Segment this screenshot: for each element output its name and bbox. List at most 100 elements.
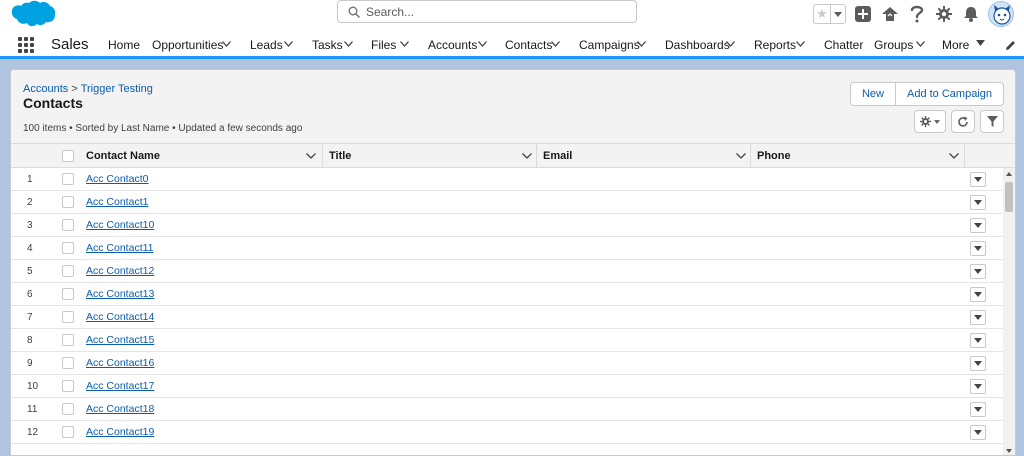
row-checkbox[interactable] bbox=[62, 403, 74, 415]
search-input[interactable] bbox=[366, 4, 626, 20]
row-action-button[interactable] bbox=[970, 218, 986, 233]
favorites-menu-button[interactable] bbox=[831, 5, 845, 23]
contact-name-link[interactable]: Acc Contact10 bbox=[86, 219, 154, 231]
row-checkbox[interactable] bbox=[62, 265, 74, 277]
chevron-down-icon[interactable] bbox=[284, 41, 293, 47]
chevron-down-icon[interactable] bbox=[726, 41, 735, 47]
row-action-button[interactable] bbox=[970, 425, 986, 440]
nav-item-more[interactable]: More bbox=[942, 38, 985, 52]
column-divider[interactable] bbox=[750, 144, 751, 168]
user-avatar[interactable] bbox=[988, 1, 1014, 27]
nav-item-chatter[interactable]: Chatter bbox=[824, 38, 863, 52]
column-divider[interactable] bbox=[322, 144, 323, 168]
breadcrumb-account-record[interactable]: Trigger Testing bbox=[81, 83, 153, 95]
row-checkbox[interactable] bbox=[62, 311, 74, 323]
chevron-down-icon bbox=[974, 269, 982, 274]
global-actions-button[interactable] bbox=[853, 4, 873, 24]
scroll-thumb[interactable] bbox=[1005, 182, 1013, 212]
row-checkbox[interactable] bbox=[62, 426, 74, 438]
column-header-contact-name[interactable]: Contact Name bbox=[86, 144, 322, 168]
row-checkbox[interactable] bbox=[62, 380, 74, 392]
refresh-icon bbox=[958, 116, 968, 127]
contact-name-link[interactable]: Acc Contact15 bbox=[86, 334, 154, 346]
scroll-up-button[interactable] bbox=[1003, 168, 1015, 180]
row-action-button[interactable] bbox=[970, 333, 986, 348]
chevron-down-icon[interactable] bbox=[222, 41, 231, 47]
salesforce-cloud-icon[interactable] bbox=[10, 0, 56, 28]
nav-item-campaigns[interactable]: Campaigns bbox=[579, 38, 646, 52]
row-action-button[interactable] bbox=[970, 402, 986, 417]
row-checkbox[interactable] bbox=[62, 288, 74, 300]
contact-name-link[interactable]: Acc Contact16 bbox=[86, 357, 154, 369]
nav-item-reports[interactable]: Reports bbox=[754, 38, 805, 52]
row-action-button[interactable] bbox=[970, 356, 986, 371]
chevron-down-icon bbox=[974, 246, 982, 251]
refresh-button[interactable] bbox=[951, 110, 975, 133]
setup-button[interactable] bbox=[934, 4, 954, 24]
contact-name-link[interactable]: Acc Contact12 bbox=[86, 265, 154, 277]
row-action-button[interactable] bbox=[970, 172, 986, 187]
breadcrumb-accounts[interactable]: Accounts bbox=[23, 83, 68, 95]
chevron-down-icon[interactable] bbox=[522, 153, 532, 159]
chevron-down-icon[interactable] bbox=[551, 41, 560, 47]
select-all-checkbox[interactable] bbox=[62, 150, 74, 162]
chevron-down-icon[interactable] bbox=[478, 41, 487, 47]
notifications-button[interactable] bbox=[961, 4, 981, 24]
row-action-button[interactable] bbox=[970, 379, 986, 394]
column-header-phone[interactable]: Phone bbox=[757, 144, 965, 168]
chevron-down-icon[interactable] bbox=[796, 41, 805, 47]
row-action-button[interactable] bbox=[970, 241, 986, 256]
row-checkbox[interactable] bbox=[62, 334, 74, 346]
row-checkbox[interactable] bbox=[62, 196, 74, 208]
contact-name-link[interactable]: Acc Contact13 bbox=[86, 288, 154, 300]
scroll-down-button[interactable] bbox=[1003, 445, 1015, 455]
contact-name-link[interactable]: Acc Contact17 bbox=[86, 380, 154, 392]
row-action-button[interactable] bbox=[970, 287, 986, 302]
row-checkbox[interactable] bbox=[62, 219, 74, 231]
contact-name-link[interactable]: Acc Contact1 bbox=[86, 196, 148, 208]
nav-item-dashboards[interactable]: Dashboards bbox=[665, 38, 735, 52]
help-button[interactable] bbox=[907, 4, 927, 24]
column-header-title[interactable]: Title bbox=[329, 144, 536, 168]
nav-item-accounts[interactable]: Accounts bbox=[428, 38, 487, 52]
contact-name-link[interactable]: Acc Contact0 bbox=[86, 173, 148, 185]
column-header-email[interactable]: Email bbox=[543, 144, 750, 168]
chevron-down-icon[interactable] bbox=[976, 40, 985, 46]
add-to-campaign-button[interactable]: Add to Campaign bbox=[896, 82, 1004, 106]
chevron-down-icon[interactable] bbox=[400, 41, 409, 47]
chevron-down-icon[interactable] bbox=[344, 41, 353, 47]
trailhead-icon bbox=[882, 7, 898, 21]
contact-name-link[interactable]: Acc Contact18 bbox=[86, 403, 154, 415]
chevron-down-icon[interactable] bbox=[736, 153, 746, 159]
star-icon[interactable]: ★ bbox=[814, 5, 831, 23]
chevron-down-icon[interactable] bbox=[637, 41, 646, 47]
new-button[interactable]: New bbox=[849, 82, 896, 106]
nav-item-tasks[interactable]: Tasks bbox=[312, 38, 353, 52]
row-action-button[interactable] bbox=[970, 195, 986, 210]
contact-name-link[interactable]: Acc Contact19 bbox=[86, 426, 154, 438]
pencil-icon[interactable] bbox=[1005, 40, 1016, 51]
nav-item-contacts[interactable]: Contacts bbox=[505, 38, 560, 52]
nav-item-home[interactable]: Home bbox=[108, 38, 140, 52]
nav-item-groups[interactable]: Groups bbox=[874, 38, 925, 52]
filter-button[interactable] bbox=[980, 110, 1004, 133]
contact-name-link[interactable]: Acc Contact11 bbox=[86, 242, 154, 254]
row-checkbox[interactable] bbox=[62, 357, 74, 369]
nav-item-opportunities[interactable]: Opportunities bbox=[152, 38, 231, 52]
nav-item-leads[interactable]: Leads bbox=[250, 38, 293, 52]
chevron-down-icon[interactable] bbox=[306, 153, 316, 159]
row-action-button[interactable] bbox=[970, 264, 986, 279]
global-search[interactable] bbox=[337, 0, 637, 23]
row-number: 7 bbox=[27, 312, 33, 323]
chevron-down-icon[interactable] bbox=[949, 153, 959, 159]
chevron-down-icon[interactable] bbox=[916, 41, 925, 47]
contact-name-link[interactable]: Acc Contact14 bbox=[86, 311, 154, 323]
row-action-button[interactable] bbox=[970, 310, 986, 325]
column-divider[interactable] bbox=[536, 144, 537, 168]
row-checkbox[interactable] bbox=[62, 173, 74, 185]
nav-item-files[interactable]: Files bbox=[371, 38, 409, 52]
table-scrollbar[interactable] bbox=[1003, 168, 1015, 455]
trailhead-button[interactable] bbox=[880, 4, 900, 24]
list-settings-button[interactable] bbox=[914, 110, 946, 133]
row-checkbox[interactable] bbox=[62, 242, 74, 254]
